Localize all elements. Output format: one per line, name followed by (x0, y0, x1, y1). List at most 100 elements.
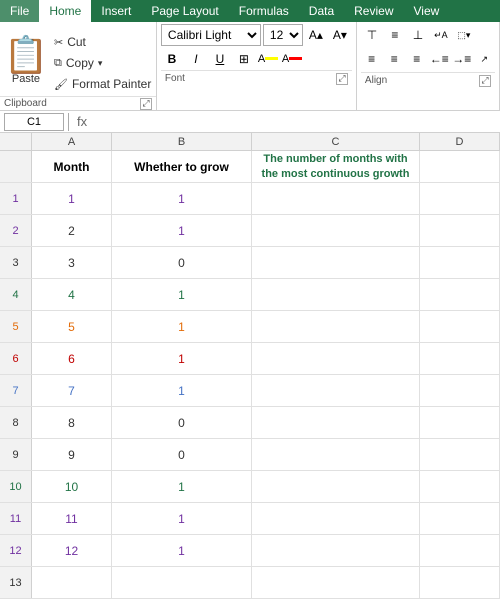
cell-4-d[interactable] (420, 279, 500, 310)
clipboard-dialog-launcher[interactable]: ⤢ (140, 98, 152, 110)
cell-6-a[interactable]: 6 (32, 343, 112, 374)
cell-6-b[interactable]: 1 (112, 343, 252, 374)
paste-button[interactable]: 📋 Paste (4, 26, 48, 96)
row-header-1[interactable]: 1 (0, 183, 32, 214)
cell-9-c[interactable] (252, 439, 420, 470)
row-header-0[interactable] (0, 151, 32, 182)
menu-data[interactable]: Data (299, 0, 344, 22)
cell-header-d[interactable] (420, 151, 500, 182)
cell-10-b[interactable]: 1 (112, 471, 252, 502)
cell-1-d[interactable] (420, 183, 500, 214)
col-header-d[interactable]: D (420, 133, 500, 150)
align-right-button[interactable]: ≡ (406, 48, 428, 70)
cell-6-c[interactable] (252, 343, 420, 374)
cell-7-c[interactable] (252, 375, 420, 406)
cell-header-b[interactable]: Whether to grow (112, 151, 252, 182)
cell-3-a[interactable]: 3 (32, 247, 112, 278)
cell-13-d[interactable] (420, 567, 500, 598)
align-center-button[interactable]: ≡ (383, 48, 405, 70)
align-left-button[interactable]: ≡ (361, 48, 383, 70)
row-header-12[interactable]: 12 (0, 535, 32, 566)
cell-11-c[interactable] (252, 503, 420, 534)
font-size-decrease-button[interactable]: A▾ (329, 24, 351, 46)
menu-view[interactable]: View (404, 0, 450, 22)
row-header-3[interactable]: 3 (0, 247, 32, 278)
cell-11-a[interactable]: 11 (32, 503, 112, 534)
menu-file[interactable]: File (0, 0, 39, 22)
menu-review[interactable]: Review (344, 0, 403, 22)
cell-12-a[interactable]: 12 (32, 535, 112, 566)
wrap-text-button[interactable]: ↵A (430, 24, 452, 46)
copy-button[interactable]: ⧉ Copy ▾ (50, 54, 155, 72)
row-header-2[interactable]: 2 (0, 215, 32, 246)
row-header-6[interactable]: 6 (0, 343, 32, 374)
cell-2-a[interactable]: 2 (32, 215, 112, 246)
cell-7-a[interactable]: 7 (32, 375, 112, 406)
font-dialog-launcher[interactable]: ⤢ (336, 73, 348, 85)
row-header-5[interactable]: 5 (0, 311, 32, 342)
cell-12-b[interactable]: 1 (112, 535, 252, 566)
row-header-13[interactable]: 13 (0, 567, 32, 598)
row-header-8[interactable]: 8 (0, 407, 32, 438)
increase-indent-button[interactable]: →≡ (451, 48, 473, 70)
font-size-select[interactable]: 12 (263, 24, 303, 46)
cell-5-b[interactable]: 1 (112, 311, 252, 342)
copy-dropdown-icon[interactable]: ▾ (98, 58, 103, 69)
underline-button[interactable]: U (209, 48, 231, 70)
cell-12-c[interactable] (252, 535, 420, 566)
cell-8-c[interactable] (252, 407, 420, 438)
merge-button[interactable]: ⬚▾ (453, 24, 475, 46)
format-painter-button[interactable]: 🖌 Format Painter (50, 75, 155, 93)
cell-6-d[interactable] (420, 343, 500, 374)
cell-9-a[interactable]: 9 (32, 439, 112, 470)
row-header-4[interactable]: 4 (0, 279, 32, 310)
name-box[interactable] (4, 113, 64, 131)
cell-13-a[interactable] (32, 567, 112, 598)
row-header-11[interactable]: 11 (0, 503, 32, 534)
cell-8-b[interactable]: 0 (112, 407, 252, 438)
cell-13-b[interactable] (112, 567, 252, 598)
cell-9-d[interactable] (420, 439, 500, 470)
cell-7-b[interactable]: 1 (112, 375, 252, 406)
cell-10-a[interactable]: 10 (32, 471, 112, 502)
cell-11-b[interactable]: 1 (112, 503, 252, 534)
cell-4-a[interactable]: 4 (32, 279, 112, 310)
cell-2-b[interactable]: 1 (112, 215, 252, 246)
cell-1-b[interactable]: 1 (112, 183, 252, 214)
bold-button[interactable]: B (161, 48, 183, 70)
cell-header-c[interactable]: The number of months with the most conti… (252, 151, 420, 182)
font-name-select[interactable]: Calibri Light (161, 24, 261, 46)
cell-header-a[interactable]: Month (32, 151, 112, 182)
align-bottom-button[interactable]: ⊥ (407, 24, 429, 46)
cell-3-c[interactable] (252, 247, 420, 278)
row-header-10[interactable]: 10 (0, 471, 32, 502)
cut-button[interactable]: ✂ Cut (50, 33, 155, 51)
menu-page-layout[interactable]: Page Layout (141, 0, 228, 22)
cell-2-c[interactable] (252, 215, 420, 246)
formula-input[interactable] (95, 115, 496, 129)
align-top-button[interactable]: ⊤ (361, 24, 383, 46)
col-header-a[interactable]: A (32, 133, 112, 150)
corner-cell[interactable] (0, 133, 32, 150)
cell-11-d[interactable] (420, 503, 500, 534)
cell-5-d[interactable] (420, 311, 500, 342)
col-header-b[interactable]: B (112, 133, 252, 150)
cell-10-c[interactable] (252, 471, 420, 502)
cell-7-d[interactable] (420, 375, 500, 406)
cell-3-b[interactable]: 0 (112, 247, 252, 278)
row-header-7[interactable]: 7 (0, 375, 32, 406)
italic-button[interactable]: I (185, 48, 207, 70)
cell-2-d[interactable] (420, 215, 500, 246)
cell-1-a[interactable]: 1 (32, 183, 112, 214)
cell-13-c[interactable] (252, 567, 420, 598)
col-header-c[interactable]: C (252, 133, 420, 150)
cell-10-d[interactable] (420, 471, 500, 502)
cell-4-c[interactable] (252, 279, 420, 310)
cell-3-d[interactable] (420, 247, 500, 278)
orientation-button[interactable]: ↗ (474, 48, 496, 70)
cell-4-b[interactable]: 1 (112, 279, 252, 310)
cell-5-c[interactable] (252, 311, 420, 342)
cell-8-a[interactable]: 8 (32, 407, 112, 438)
menu-insert[interactable]: Insert (91, 0, 141, 22)
border-button[interactable]: ⊞ (233, 48, 255, 70)
